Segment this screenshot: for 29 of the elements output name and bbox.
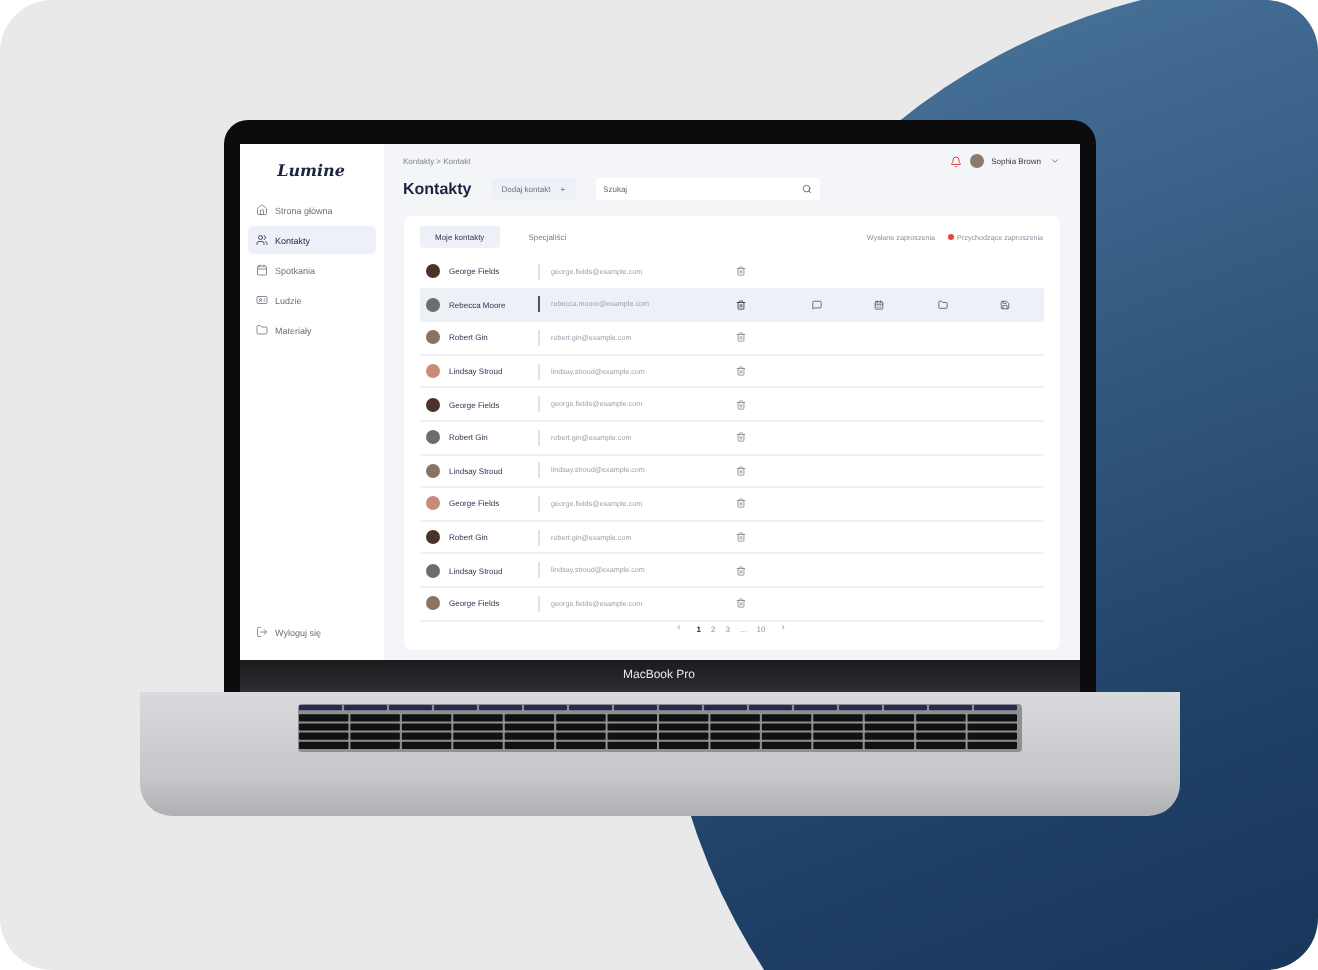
trash-icon[interactable]: [735, 299, 745, 310]
save-icon[interactable]: [1000, 299, 1011, 310]
contact-avatar: [425, 496, 439, 511]
notification-icon[interactable]: [949, 155, 962, 167]
user-avatar: [969, 154, 984, 168]
search-icon: [801, 184, 812, 194]
folder-icon[interactable]: [937, 299, 948, 310]
contact-avatar: [425, 563, 439, 578]
home-icon: [255, 204, 267, 216]
unread-dot: [947, 234, 954, 240]
message-icon[interactable]: [811, 299, 822, 310]
contact-avatar: [425, 463, 439, 478]
calendar-icon[interactable]: [874, 299, 885, 310]
contact-avatar: [425, 264, 439, 279]
logo: Lumine: [277, 160, 345, 180]
logout-icon: [255, 626, 267, 638]
card-icon: [255, 294, 267, 306]
contact-avatar: [425, 530, 439, 545]
contact-avatar: [425, 596, 439, 611]
page-title: Kontakty: [403, 180, 472, 198]
calendar-icon: [255, 264, 267, 276]
contact-avatar: [425, 330, 439, 345]
users-icon: [255, 234, 267, 246]
contact-avatar: [425, 364, 439, 379]
contact-avatar: [425, 397, 439, 412]
folder-icon: [255, 324, 267, 336]
contact-avatar: [425, 430, 439, 445]
contact-avatar: [425, 297, 439, 312]
chevron-down-icon[interactable]: [1049, 156, 1059, 166]
